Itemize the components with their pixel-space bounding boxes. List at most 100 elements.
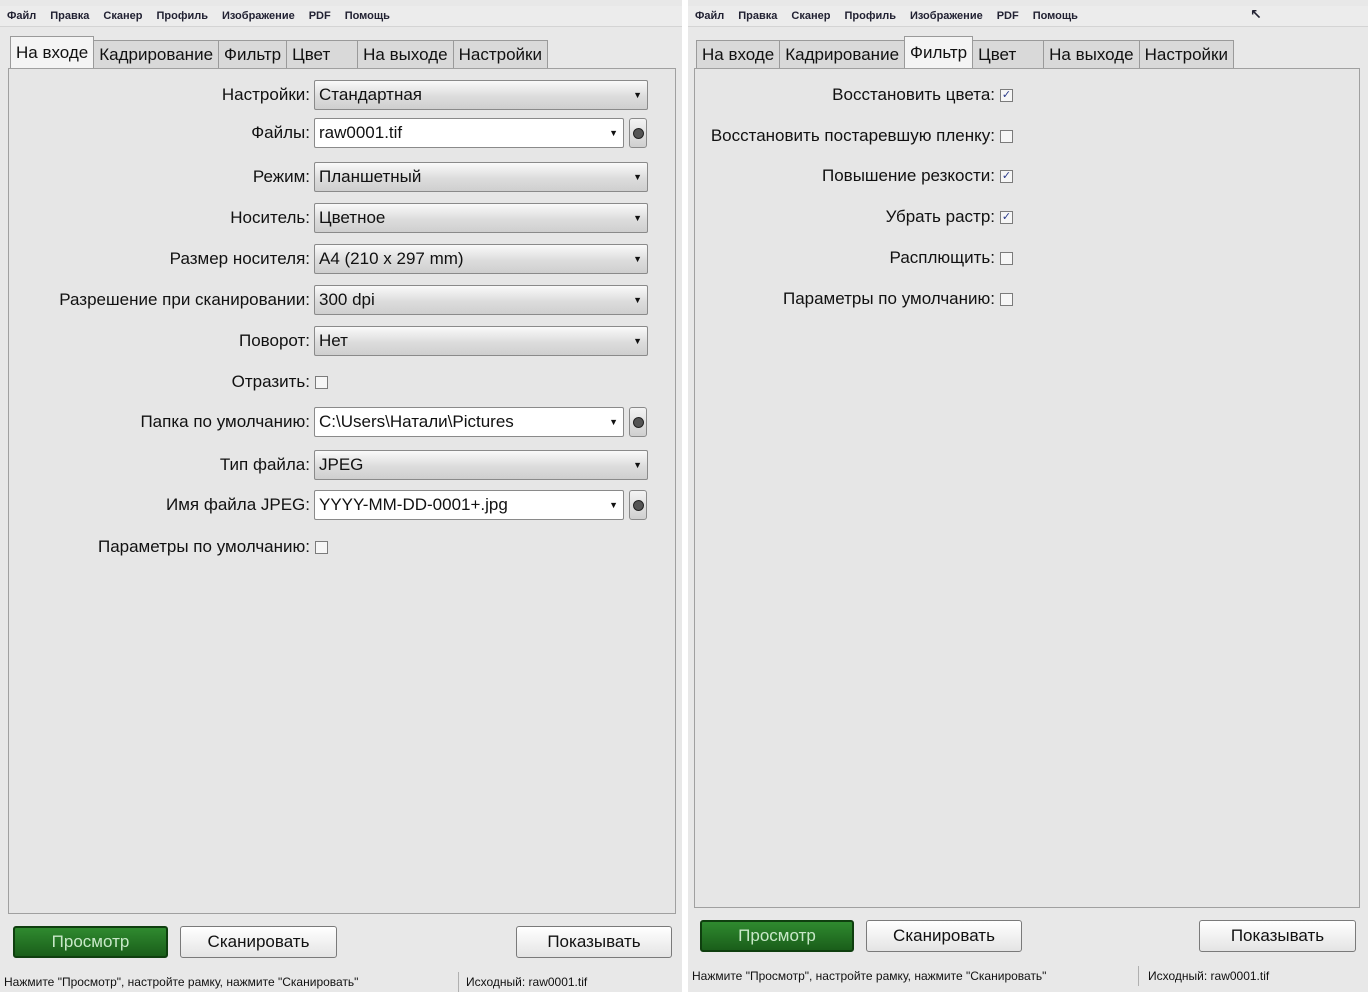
tab-crop[interactable]: Кадрирование bbox=[93, 40, 220, 68]
file-type-label: Тип файла: bbox=[219, 455, 310, 474]
files-browse-button[interactable] bbox=[629, 118, 647, 148]
menu-scanner[interactable]: Сканер bbox=[96, 10, 149, 22]
menu-scanner[interactable]: Сканер bbox=[784, 10, 837, 22]
chevron-down-icon: ▼ bbox=[633, 254, 642, 264]
tab-color[interactable]: Цвет bbox=[286, 40, 359, 68]
default-folder-label: Папка по умолчанию: bbox=[140, 412, 310, 431]
mirror-checkbox[interactable] bbox=[315, 376, 328, 389]
files-label: Файлы: bbox=[251, 123, 310, 142]
preview-button[interactable]: Просмотр bbox=[13, 926, 168, 958]
show-button[interactable]: Показывать bbox=[516, 926, 672, 958]
menu-file[interactable]: Файл bbox=[0, 10, 43, 22]
resolution-dropdown[interactable]: 300 dpi ▼ bbox=[314, 285, 648, 315]
restore-colors-row: Восстановить цвета: bbox=[688, 80, 995, 110]
tab-bar: На входе Кадрирование Фильтр Цвет На вых… bbox=[10, 36, 548, 68]
media-label: Носитель: bbox=[230, 208, 310, 227]
tab-settings[interactable]: Настройки bbox=[452, 40, 548, 68]
tab-color[interactable]: Цвет bbox=[972, 40, 1045, 68]
tab-crop[interactable]: Кадрирование bbox=[779, 40, 906, 68]
media-size-value: A4 (210 x 297 mm) bbox=[319, 249, 464, 268]
mode-dropdown[interactable]: Планшетный ▼ bbox=[314, 162, 648, 192]
media-size-dropdown[interactable]: A4 (210 x 297 mm) ▼ bbox=[314, 244, 648, 274]
menu-bar: Файл Правка Сканер Профиль Изображение P… bbox=[688, 6, 1368, 27]
settings-dropdown[interactable]: Стандартная ▼ bbox=[314, 80, 648, 110]
restore-colors-checkbox[interactable]: ✓ bbox=[1000, 89, 1013, 102]
tab-filter[interactable]: Фильтр bbox=[904, 36, 974, 68]
menu-edit[interactable]: Правка bbox=[731, 10, 784, 22]
jpeg-name-label: Имя файла JPEG: bbox=[166, 495, 310, 514]
mode-label: Режим: bbox=[252, 167, 310, 186]
mirror-label: Отразить: bbox=[231, 372, 310, 391]
file-type-row: Тип файла: bbox=[0, 450, 310, 480]
tab-filter[interactable]: Фильтр bbox=[218, 40, 288, 68]
browse-dot-icon bbox=[632, 416, 644, 428]
media-size-label: Размер носителя: bbox=[169, 249, 310, 268]
defaults-label: Параметры по умолчанию: bbox=[97, 537, 310, 556]
mirror-row: Отразить: bbox=[0, 367, 310, 397]
restore-film-checkbox[interactable] bbox=[1000, 130, 1013, 143]
mode-row: Режим: bbox=[0, 162, 310, 192]
folder-browse-button[interactable] bbox=[629, 407, 647, 437]
menu-help[interactable]: Помощь bbox=[1026, 10, 1085, 22]
tab-output[interactable]: На выходе bbox=[1043, 40, 1140, 68]
tab-output[interactable]: На выходе bbox=[357, 40, 454, 68]
chevron-down-icon: ▼ bbox=[633, 460, 642, 470]
status-bar: Нажмите "Просмотр", настройте рамку, наж… bbox=[688, 964, 1368, 988]
media-value: Цветное bbox=[319, 208, 386, 227]
restore-film-row: Восстановить постаревшую пленку: bbox=[688, 121, 995, 151]
scan-button[interactable]: Сканировать bbox=[180, 926, 337, 958]
chevron-down-icon: ▼ bbox=[633, 213, 642, 223]
left-window: Файл Правка Сканер Профиль Изображение P… bbox=[0, 0, 682, 992]
sharpen-label: Повышение резкости: bbox=[822, 166, 995, 185]
media-dropdown[interactable]: Цветное ▼ bbox=[314, 203, 648, 233]
sharpen-checkbox[interactable]: ✓ bbox=[1000, 170, 1013, 183]
filter-tab-content bbox=[694, 68, 1360, 908]
menu-help[interactable]: Помощь bbox=[338, 10, 397, 22]
file-type-dropdown[interactable]: JPEG ▼ bbox=[314, 450, 648, 480]
filter-defaults-checkbox[interactable] bbox=[1000, 293, 1013, 306]
chevron-down-icon: ▼ bbox=[633, 172, 642, 182]
files-combo[interactable]: raw0001.tif ▼ bbox=[314, 118, 624, 148]
tab-input[interactable]: На входе bbox=[10, 36, 95, 68]
status-separator bbox=[458, 972, 459, 992]
chevron-down-icon: ▼ bbox=[609, 417, 618, 427]
resolution-value: 300 dpi bbox=[319, 290, 375, 309]
file-type-value: JPEG bbox=[319, 455, 364, 474]
show-button[interactable]: Показывать bbox=[1199, 920, 1356, 952]
jpeg-name-browse-button[interactable] bbox=[629, 490, 647, 520]
menu-pdf[interactable]: PDF bbox=[990, 10, 1026, 22]
menu-profile[interactable]: Профиль bbox=[149, 10, 214, 22]
files-value: raw0001.tif bbox=[319, 123, 403, 142]
menu-profile[interactable]: Профиль bbox=[837, 10, 902, 22]
tab-input[interactable]: На входе bbox=[696, 40, 781, 68]
files-row: Файлы: bbox=[0, 118, 310, 148]
descreen-label: Убрать растр: bbox=[885, 207, 995, 226]
menu-edit[interactable]: Правка bbox=[43, 10, 96, 22]
defaults-checkbox[interactable] bbox=[315, 541, 328, 554]
mode-value: Планшетный bbox=[319, 167, 422, 186]
flatten-checkbox[interactable] bbox=[1000, 252, 1013, 265]
menu-bar: Файл Правка Сканер Профиль Изображение P… bbox=[0, 6, 682, 27]
tab-settings[interactable]: Настройки bbox=[1138, 40, 1234, 68]
restore-film-label: Восстановить постаревшую пленку: bbox=[710, 126, 995, 145]
filter-defaults-row: Параметры по умолчанию: bbox=[688, 284, 995, 314]
scan-button[interactable]: Сканировать bbox=[866, 920, 1022, 952]
preview-button[interactable]: Просмотр bbox=[700, 920, 854, 952]
settings-label: Настройки: bbox=[221, 85, 310, 104]
menu-image[interactable]: Изображение bbox=[215, 10, 302, 22]
right-window: Файл Правка Сканер Профиль Изображение P… bbox=[688, 0, 1368, 992]
resolution-label: Разрешение при сканировании: bbox=[59, 290, 310, 309]
default-folder-combo[interactable]: C:\Users\Натали\Pictures ▼ bbox=[314, 407, 624, 437]
menu-pdf[interactable]: PDF bbox=[302, 10, 338, 22]
filter-defaults-label: Параметры по умолчанию: bbox=[782, 289, 995, 308]
flatten-label: Расплющить: bbox=[889, 248, 995, 267]
descreen-checkbox[interactable]: ✓ bbox=[1000, 211, 1013, 224]
status-source: Исходный: raw0001.tif bbox=[466, 975, 588, 989]
rotation-dropdown[interactable]: Нет ▼ bbox=[314, 326, 648, 356]
media-size-row: Размер носителя: bbox=[0, 244, 310, 274]
menu-file[interactable]: Файл bbox=[688, 10, 731, 22]
chevron-down-icon: ▼ bbox=[609, 500, 618, 510]
menu-image[interactable]: Изображение bbox=[903, 10, 990, 22]
jpeg-name-combo[interactable]: YYYY-MM-DD-0001+.jpg ▼ bbox=[314, 490, 624, 520]
rotation-label: Поворот: bbox=[238, 331, 310, 350]
